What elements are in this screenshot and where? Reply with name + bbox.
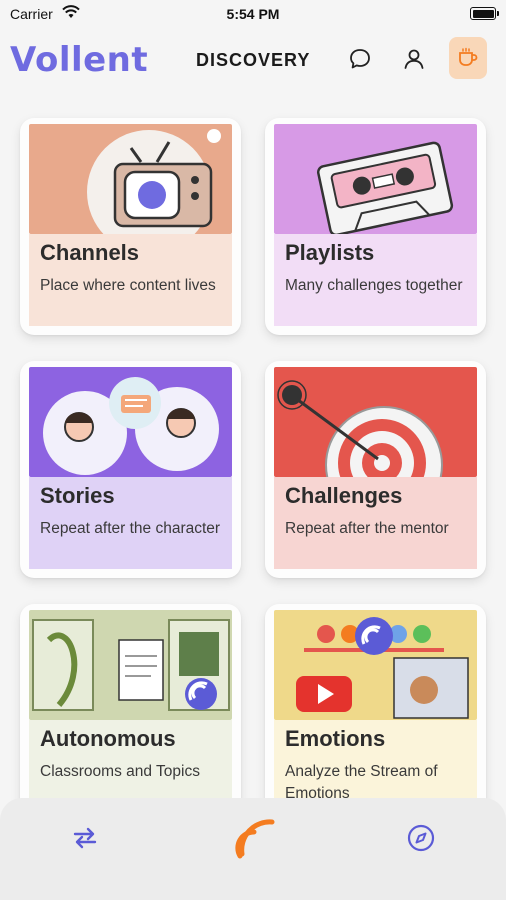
classroom-icon	[32, 619, 230, 711]
emotions-illustration	[274, 610, 477, 720]
battery-icon	[470, 7, 499, 20]
card-title: Channels	[40, 240, 140, 265]
page-title: DISCOVERY	[196, 50, 311, 70]
coffee-cup-icon	[459, 47, 478, 66]
app-logo[interactable]: Vollent	[10, 40, 148, 80]
card-title: Challenges	[285, 483, 403, 508]
emotions-icon	[296, 617, 469, 719]
card-title: Stories	[40, 483, 115, 508]
category-grid: Channels Place where content lives Playl…	[20, 118, 486, 821]
channels-illustration	[29, 124, 232, 234]
playlists-illustration	[274, 124, 477, 234]
autonomous-illustration	[29, 610, 232, 720]
card-subtitle: Repeat after the character	[40, 520, 221, 537]
cassette-icon	[316, 141, 454, 234]
card-channels[interactable]: Channels Place where content lives	[20, 118, 241, 335]
card-title: Autonomous	[40, 726, 176, 751]
clock: 5:54 PM	[226, 6, 280, 22]
compass-icon[interactable]	[405, 822, 437, 854]
card-subtitle: Repeat after the mentor	[285, 520, 449, 537]
card-challenges[interactable]: Challenges Repeat after the mentor	[265, 361, 486, 578]
card-title: Emotions	[285, 726, 386, 751]
coffee-button[interactable]	[449, 37, 487, 79]
broadcast-waves-icon[interactable]	[232, 810, 276, 862]
card-subtitle: Place where content lives	[40, 277, 216, 294]
tv-icon	[87, 129, 221, 234]
chat-bubble-icon[interactable]	[347, 46, 373, 72]
bottom-nav	[0, 798, 506, 900]
challenges-illustration	[274, 367, 477, 477]
card-playlists[interactable]: Playlists Many challenges together	[265, 118, 486, 335]
stories-illustration	[29, 367, 232, 477]
app-header: Vollent DISCOVERY	[0, 32, 506, 90]
swap-arrows-icon[interactable]	[69, 822, 101, 854]
card-subtitle: Many challenges together	[285, 277, 463, 294]
target-icon	[277, 380, 443, 477]
card-stories[interactable]: Stories Repeat after the character	[20, 361, 241, 578]
characters-icon	[43, 377, 219, 475]
status-bar: Carrier 5:54 PM	[0, 0, 506, 28]
card-title: Playlists	[285, 240, 375, 265]
card-emotions[interactable]: Emotions Analyze the Stream of Emotions	[265, 604, 486, 821]
user-icon[interactable]	[401, 46, 427, 72]
card-autonomous[interactable]: Autonomous Classrooms and Topics	[20, 604, 241, 821]
card-subtitle: Classrooms and Topics	[40, 763, 200, 780]
